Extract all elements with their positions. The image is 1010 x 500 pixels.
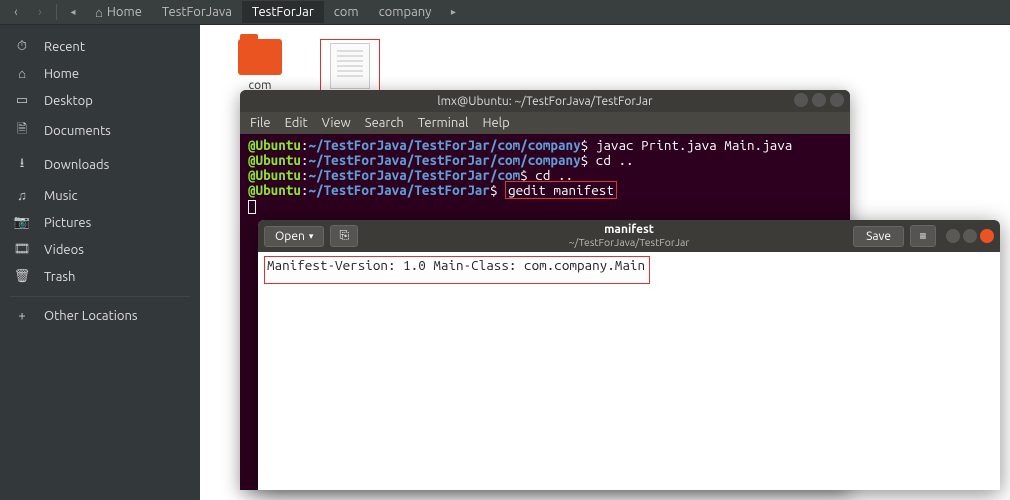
menu-help[interactable]: Help — [482, 116, 509, 130]
sidebar-desktop[interactable]: ▭ Desktop — [0, 87, 200, 114]
sidebar-pictures[interactable]: 📷 Pictures — [0, 209, 200, 236]
hamburger-menu-button[interactable]: ≡ — [910, 225, 936, 247]
chevron-down-icon: ▾ — [309, 231, 314, 242]
places-sidebar: ⏱ Recent ⌂ Home ▭ Desktop 🗎 Documents ⭳ Downl… — [0, 25, 200, 500]
open-button[interactable]: Open▾ — [264, 226, 324, 247]
sidebar-trash[interactable]: 🗑 Trash — [0, 263, 200, 290]
close-button[interactable] — [980, 229, 994, 243]
plus-icon: + — [14, 309, 30, 323]
maximize-button[interactable] — [963, 229, 977, 243]
gedit-window[interactable]: Open▾ ⎘ manifest ~/TestForJava/TestForJa… — [258, 220, 1000, 490]
sidebar-home[interactable]: ⌂ Home — [0, 60, 200, 87]
sidebar-label: Documents — [44, 124, 111, 138]
crumb-home[interactable]: ⌂Home — [85, 1, 152, 24]
text-file-icon — [330, 43, 370, 89]
maximize-button[interactable] — [812, 93, 826, 107]
home-icon: ⌂ — [95, 5, 103, 20]
hamburger-icon: ≡ — [919, 229, 926, 243]
crumb-testforjar[interactable]: TestForJar — [242, 1, 324, 23]
trash-icon: 🗑 — [14, 269, 30, 284]
crumb-company[interactable]: company — [369, 1, 442, 23]
sidebar-other-locations[interactable]: + Other Locations — [0, 303, 200, 329]
sidebar-separator — [10, 296, 190, 297]
minimize-button[interactable] — [946, 229, 960, 243]
music-icon: ♫ — [14, 188, 30, 203]
menu-edit[interactable]: Edit — [285, 116, 308, 130]
sidebar-videos[interactable]: 🎞 Videos — [0, 236, 200, 263]
sidebar-label: Other Locations — [44, 309, 138, 323]
save-button[interactable]: Save — [853, 226, 904, 247]
camera-icon: 📷 — [14, 215, 30, 230]
menu-search[interactable]: Search — [365, 116, 404, 130]
nav-back-button[interactable]: ‹ — [4, 2, 28, 22]
gedit-title: manifest ~/TestForJava/TestForJar — [569, 223, 690, 249]
sidebar-label: Desktop — [44, 94, 93, 108]
desktop-icon: ▭ — [14, 93, 30, 108]
minimize-button[interactable] — [794, 93, 808, 107]
close-button[interactable] — [830, 93, 844, 107]
download-icon: ⭳ — [14, 154, 30, 176]
menu-file[interactable]: File — [250, 116, 271, 130]
new-doc-icon: ⎘ — [340, 229, 350, 243]
sidebar-label: Home — [44, 67, 79, 81]
sidebar-music[interactable]: ♫ Music — [0, 182, 200, 209]
gedit-content: Manifest-Version: 1.0 Main-Class: com.co… — [264, 256, 650, 284]
terminal-title-text: lmx@Ubuntu: ~/TestForJava/TestForJar — [437, 95, 652, 108]
crumb-testforjava[interactable]: TestForJava — [152, 1, 242, 23]
terminal-titlebar[interactable]: lmx@Ubuntu: ~/TestForJava/TestForJar — [240, 90, 850, 112]
sidebar-label: Downloads — [44, 158, 109, 172]
gedit-headerbar[interactable]: Open▾ ⎘ manifest ~/TestForJava/TestForJa… — [258, 220, 1000, 252]
crumb-com[interactable]: com — [324, 1, 369, 23]
folder-icon — [238, 39, 282, 75]
gedit-text-area[interactable]: Manifest-Version: 1.0 Main-Class: com.co… — [258, 252, 1000, 288]
sidebar-downloads[interactable]: ⭳ Downloads — [0, 148, 200, 182]
sidebar-label: Music — [44, 189, 78, 203]
new-tab-button[interactable]: ⎘ — [330, 225, 358, 247]
breadcrumb-bar: ‹ › ◂ ⌂Home TestForJava TestForJar com c… — [0, 0, 1010, 25]
document-icon: 🗎 — [14, 120, 30, 142]
terminal-menubar: File Edit View Search Terminal Help — [240, 112, 850, 134]
path-start-icon[interactable]: ◂ — [61, 2, 85, 22]
clock-icon: ⏱ — [14, 39, 30, 54]
home-icon: ⌂ — [14, 66, 30, 81]
path-more-icon[interactable]: ▸ — [441, 2, 465, 22]
sidebar-documents[interactable]: 🗎 Documents — [0, 114, 200, 148]
sidebar-label: Trash — [44, 270, 75, 284]
sidebar-label: Videos — [44, 243, 84, 257]
nav-forward-button[interactable]: › — [28, 2, 52, 22]
menu-terminal[interactable]: Terminal — [418, 116, 469, 130]
video-icon: 🎞 — [14, 242, 30, 257]
terminal-output[interactable]: @Ubuntu:~/TestForJava/TestForJar/com/com… — [240, 134, 850, 218]
sidebar-label: Pictures — [44, 216, 91, 230]
sidebar-recent[interactable]: ⏱ Recent — [0, 33, 200, 60]
menu-view[interactable]: View — [322, 116, 351, 130]
sidebar-label: Recent — [44, 40, 85, 54]
